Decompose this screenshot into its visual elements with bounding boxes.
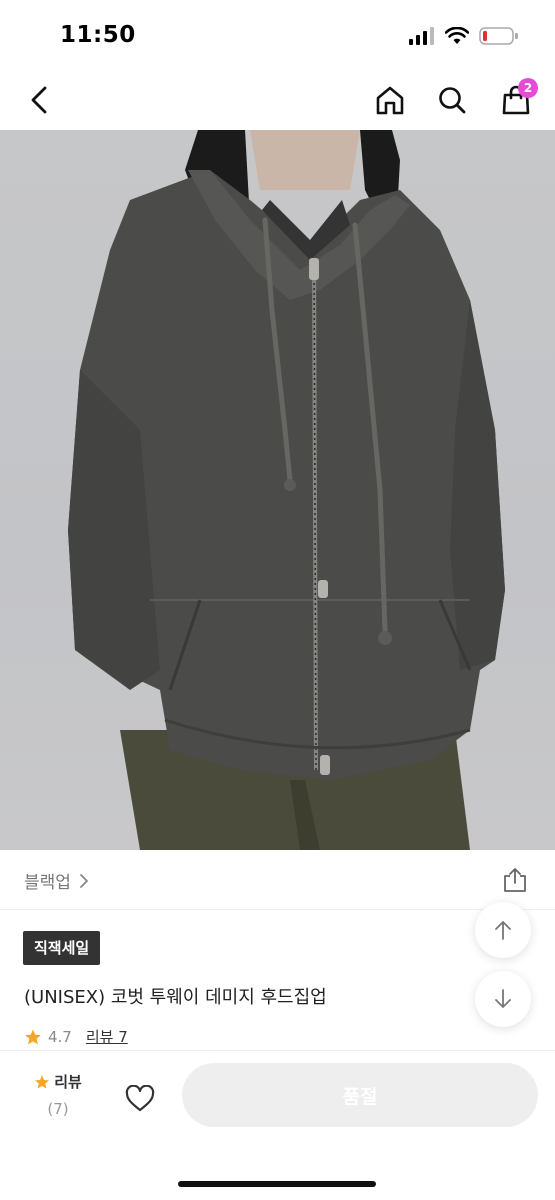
search-button[interactable]	[430, 78, 474, 122]
chevron-right-icon	[80, 873, 88, 888]
search-icon	[439, 87, 466, 114]
cart-button[interactable]: 2	[494, 78, 538, 122]
product-title: (UNISEX) 코벗 투웨이 데미지 후드집업	[24, 987, 327, 1008]
home-indicator	[178, 1181, 376, 1187]
share-icon	[504, 868, 526, 892]
review-link[interactable]: 리뷰 7	[86, 1026, 128, 1047]
wishlist-button[interactable]	[120, 1079, 160, 1119]
star-icon	[25, 1029, 41, 1044]
bottom-action-bar: 리뷰 (7) 품절	[0, 1050, 555, 1200]
review-summary[interactable]: 리뷰 (7)	[28, 1071, 88, 1118]
sale-tag: 직잭세일	[23, 931, 101, 965]
review-summary-text: 리뷰	[54, 1073, 82, 1091]
signal-icon	[409, 27, 434, 45]
soldout-button[interactable]: 품절	[182, 1063, 538, 1127]
rating-row: 4.7 리뷰 7	[24, 1026, 128, 1047]
share-button[interactable]	[501, 866, 529, 894]
back-icon	[31, 86, 47, 114]
cart-count-badge: 2	[518, 78, 538, 98]
arrow-up-icon	[495, 921, 511, 940]
status-icons	[409, 26, 519, 46]
review-summary-label: 리뷰	[28, 1071, 88, 1092]
back-button[interactable]	[18, 78, 62, 122]
wifi-icon	[445, 27, 469, 44]
product-image[interactable]	[0, 130, 555, 850]
rating-value: 4.7	[48, 1027, 72, 1046]
home-icon	[376, 86, 404, 115]
scroll-up-button[interactable]	[475, 902, 531, 958]
star-icon	[35, 1074, 50, 1089]
review-summary-count: (7)	[47, 1100, 69, 1118]
battery-icon	[479, 27, 518, 45]
heart-icon	[125, 1085, 155, 1112]
scroll-down-button[interactable]	[475, 971, 531, 1027]
hoodie-photo	[68, 130, 505, 850]
home-button[interactable]	[368, 78, 412, 122]
nav-bar: 2	[0, 70, 555, 130]
arrow-down-icon	[495, 989, 511, 1008]
status-time: 11:50	[60, 22, 136, 48]
brand-link[interactable]: 블랙업	[24, 868, 89, 893]
brand-name: 블랙업	[24, 873, 71, 893]
brand-row: 블랙업	[0, 850, 555, 910]
status-bar: 11:50	[0, 0, 555, 70]
